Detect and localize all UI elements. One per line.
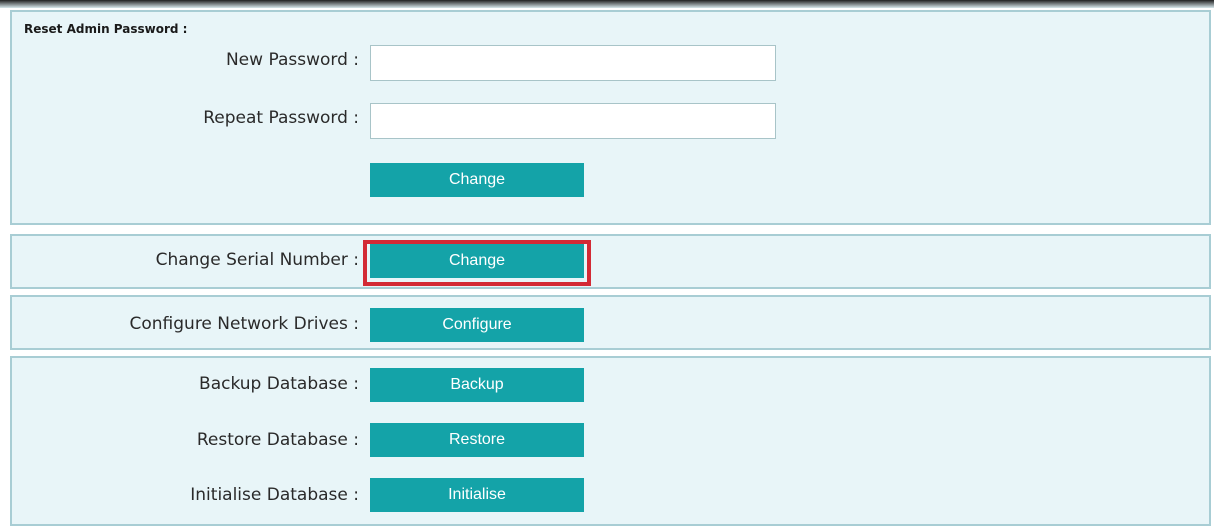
database-panel: Backup Database : Backup Restore Databas… <box>10 356 1211 526</box>
reset-admin-password-panel: Reset Admin Password : New Password : Re… <box>10 10 1211 225</box>
new-password-field[interactable] <box>370 45 776 81</box>
change-password-button[interactable]: Change <box>370 163 584 197</box>
network-drives-panel: Configure Network Drives : Configure <box>10 295 1211 350</box>
serial-number-panel: Change Serial Number : Change <box>10 234 1211 289</box>
backup-database-button[interactable]: Backup <box>370 368 584 402</box>
repeat-password-field[interactable] <box>370 103 776 139</box>
top-border <box>0 0 1214 8</box>
restore-database-button[interactable]: Restore <box>370 423 584 457</box>
change-serial-number-label: Change Serial Number : <box>155 250 359 270</box>
backup-database-label: Backup Database : <box>199 374 359 394</box>
repeat-password-label: Repeat Password : <box>203 108 359 128</box>
configure-network-drives-label: Configure Network Drives : <box>129 314 360 334</box>
initialise-database-button[interactable]: Initialise <box>370 478 584 512</box>
configure-network-drives-button[interactable]: Configure <box>370 308 584 342</box>
new-password-label: New Password : <box>225 50 359 70</box>
change-serial-number-button[interactable]: Change <box>370 244 584 278</box>
admin-settings-page: Reset Admin Password : New Password : Re… <box>0 0 1214 526</box>
restore-database-label: Restore Database : <box>196 430 359 450</box>
initialise-database-label: Initialise Database : <box>190 485 359 505</box>
section-title: Reset Admin Password : <box>24 22 188 36</box>
